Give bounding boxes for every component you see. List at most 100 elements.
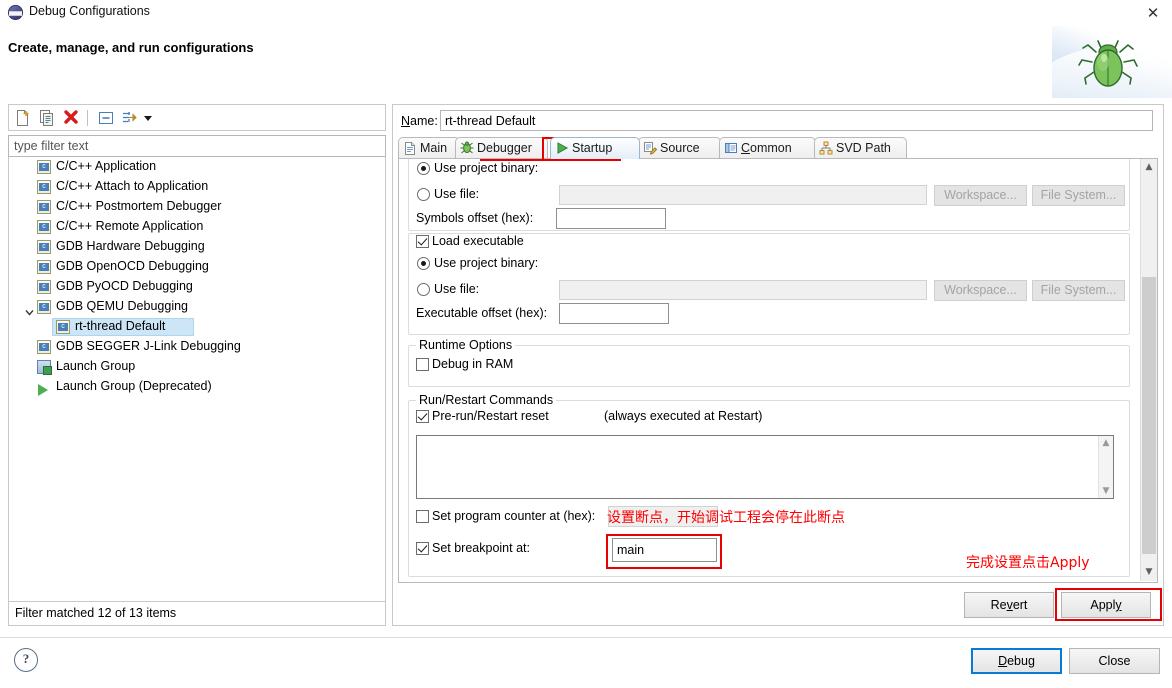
executable-workspace-button[interactable]: Workspace... (934, 280, 1027, 301)
tree-item-launch-group-deprecated[interactable]: Launch Group (Deprecated) (9, 377, 385, 397)
annotation-breakpoint: 设置断点，开始调试工程会停在此断点 (607, 507, 845, 527)
scroll-down-icon[interactable]: ▼ (1141, 564, 1157, 581)
runtime-options-title: Runtime Options (416, 338, 515, 352)
symbols-use-file-radio[interactable] (417, 188, 430, 201)
symbols-offset-label: Symbols offset (hex): (416, 211, 533, 225)
scrollbar-thumb[interactable] (1142, 277, 1156, 554)
c-config-icon: c (56, 320, 70, 334)
tree-item-c-c-postmortem-debugger[interactable]: c C/C++ Postmortem Debugger (9, 197, 385, 217)
tree-item-launch-group[interactable]: Launch Group (9, 357, 385, 377)
commands-scroll-down-icon[interactable]: ▼ (1099, 484, 1113, 498)
debug-configurations-dialog: Debug Configurations ✕ Create, manage, a… (0, 0, 1172, 688)
run-restart-commands-textarea[interactable]: ▲ ▼ (416, 435, 1114, 499)
tree-item-gdb-qemu-debugging[interactable]: cGDB QEMU Debugging (9, 297, 385, 317)
pre-run-restart-hint: (always executed at Restart) (604, 409, 762, 423)
startup-vertical-scrollbar[interactable]: ▲ ▼ (1140, 159, 1157, 581)
tree-item-label: Launch Group (56, 356, 135, 376)
tree-item-label: C/C++ Attach to Application (56, 176, 208, 196)
symbols-use-project-binary-radio[interactable] (417, 162, 430, 175)
tab-main[interactable]: Main (398, 137, 460, 159)
symbols-workspace-button[interactable]: Workspace... (934, 185, 1027, 206)
filter-icon[interactable] (121, 109, 139, 127)
tab-common[interactable]: Common (719, 137, 816, 159)
executable-filesystem-button[interactable]: File System... (1032, 280, 1125, 301)
c-config-icon: c (37, 300, 51, 314)
debug-label: Debug (998, 654, 1035, 668)
tree-item-c-c-application[interactable]: cC/C++ Application (9, 157, 385, 177)
tab-common-label: Common (741, 141, 792, 155)
close-button[interactable]: Close (1069, 648, 1160, 674)
tree-item-gdb-hardware-debugging[interactable]: cGDB Hardware Debugging (9, 237, 385, 257)
symbols-filesystem-button[interactable]: File System... (1032, 185, 1125, 206)
set-program-counter-label: Set program counter at (hex): (432, 509, 595, 523)
tree-item-label: rt-thread Default (75, 316, 165, 336)
tree-item-label: C/C++ Remote Application (56, 216, 203, 236)
help-icon[interactable]: ? (14, 648, 38, 672)
title-bar: Debug Configurations ✕ (0, 0, 1172, 26)
tab-startup[interactable]: Startup (550, 137, 640, 159)
chevron-down-icon[interactable] (25, 303, 34, 312)
tree-item-c-c-attach-to-application[interactable]: c C/C++ Attach to Application (9, 177, 385, 197)
c-config-icon: c (37, 260, 51, 274)
c-config-icon: c (37, 180, 51, 194)
collapse-all-icon[interactable] (97, 109, 115, 127)
filter-status-text: Filter matched 12 of 13 items (8, 602, 386, 626)
executable-use-project-binary-radio[interactable] (417, 257, 430, 270)
tree-item-gdb-openocd-debugging[interactable]: cGDB OpenOCD Debugging (9, 257, 385, 277)
executable-use-file-input[interactable] (559, 280, 927, 300)
name-label: Name: (401, 114, 438, 128)
executable-offset-label: Executable offset (hex): (416, 306, 547, 320)
header-banner (1052, 26, 1172, 98)
executable-offset-input[interactable] (559, 303, 669, 324)
tab-source-label: Source (660, 141, 700, 155)
c-config-icon: c (37, 220, 51, 234)
tree-item-label: C/C++ Application (56, 157, 156, 176)
configurations-tree[interactable]: cC/C++ ApplicationcC/C++ Attach to Appli… (8, 157, 386, 602)
executable-use-file-radio[interactable] (417, 283, 430, 296)
tab-startup-label: Startup (572, 141, 612, 155)
document-icon (403, 141, 417, 155)
tab-svd-path-label: SVD Path (836, 141, 891, 155)
filter-input[interactable] (8, 135, 386, 157)
new-launch-configuration-icon[interactable] (14, 109, 32, 127)
load-executable-label: Load executable (432, 234, 524, 248)
revert-button[interactable]: Revert (964, 592, 1054, 618)
delete-icon[interactable] (62, 109, 80, 127)
c-config-icon: c (37, 240, 51, 254)
tree-item-label: GDB PyOCD Debugging (56, 276, 193, 296)
tab-source[interactable]: Source (638, 137, 721, 159)
apply-button[interactable]: Apply (1061, 592, 1151, 618)
toolbar-divider (87, 110, 88, 126)
pre-run-restart-reset-checkbox[interactable] (416, 410, 429, 423)
c-config-icon: c (37, 340, 51, 354)
tree-item-label: GDB SEGGER J-Link Debugging (56, 336, 241, 356)
tree-item-c-c-remote-application[interactable]: c C/C++ Remote Application (9, 217, 385, 237)
load-executable-checkbox[interactable] (416, 235, 429, 248)
tab-debugger-label: Debugger (477, 141, 532, 155)
tree-item-gdb-segger-j-link-debugging[interactable]: c GDB SEGGER J-Link Debugging (9, 337, 385, 357)
c-config-icon: c (37, 200, 51, 214)
tree-item-rt-thread-default[interactable]: c rt-thread Default (9, 317, 385, 337)
debug-button[interactable]: Debug (971, 648, 1062, 674)
set-program-counter-checkbox[interactable] (416, 510, 429, 523)
symbols-use-file-input[interactable] (559, 185, 927, 205)
debug-in-ram-checkbox[interactable] (416, 358, 429, 371)
duplicate-icon[interactable] (38, 109, 56, 127)
tab-debugger[interactable]: Debugger (455, 137, 548, 159)
symbols-use-file-label: Use file: (434, 187, 479, 201)
set-breakpoint-input[interactable] (612, 538, 717, 562)
commands-textarea-scrollbar[interactable]: ▲ ▼ (1098, 436, 1113, 498)
tree-item-gdb-pyocd-debugging[interactable]: cGDB PyOCD Debugging (9, 277, 385, 297)
tree-item-label: C/C++ Postmortem Debugger (56, 196, 221, 216)
commands-scroll-up-icon[interactable]: ▲ (1099, 436, 1113, 450)
runtime-options-group: Runtime Options (408, 345, 1130, 387)
scroll-up-icon[interactable]: ▲ (1141, 159, 1157, 176)
close-icon[interactable]: ✕ (1134, 0, 1172, 26)
tree-item-label: Launch Group (Deprecated) (56, 376, 212, 396)
set-breakpoint-checkbox[interactable] (416, 542, 429, 555)
tab-svd-path[interactable]: SVD Path (814, 137, 907, 159)
debugger-icon (460, 141, 474, 155)
name-input[interactable] (440, 110, 1153, 131)
symbols-offset-input[interactable] (556, 208, 666, 229)
chevron-down-icon[interactable] (142, 109, 154, 127)
